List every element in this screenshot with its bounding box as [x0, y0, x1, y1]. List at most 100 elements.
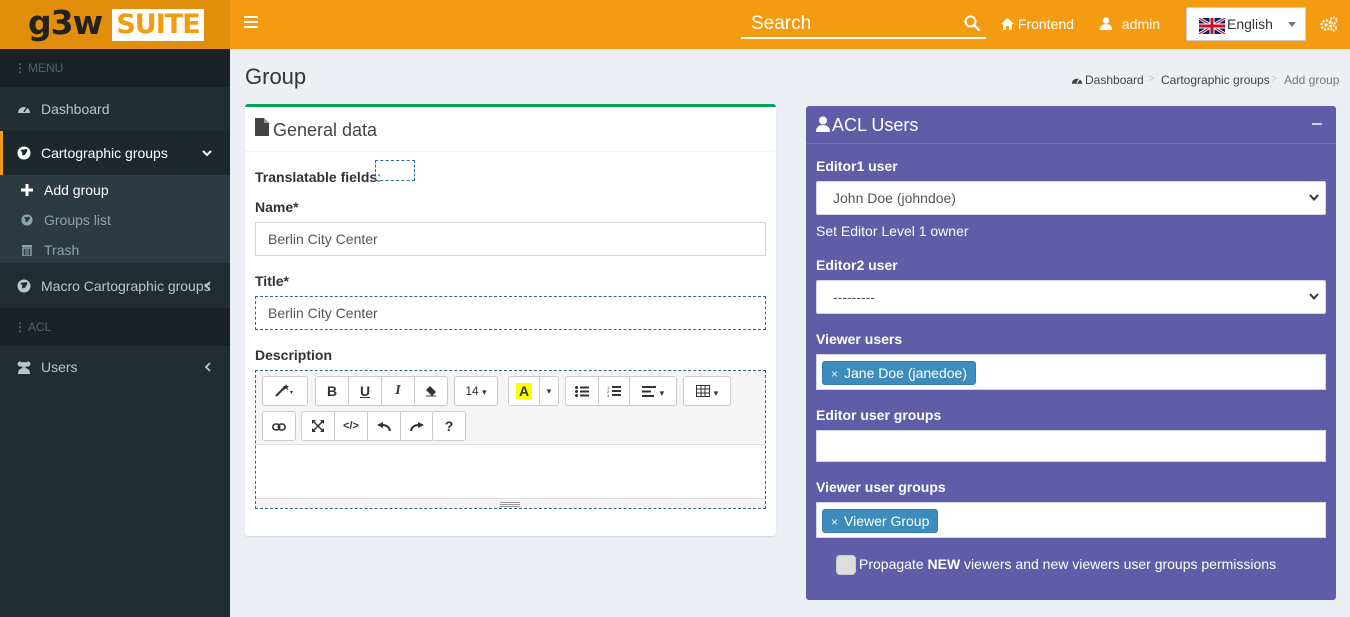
search-icon[interactable] [964, 15, 980, 31]
bold-button[interactable]: B [315, 376, 349, 406]
sidebar-item-groups-list[interactable]: Groups list [0, 205, 230, 235]
name-label: Name* [255, 199, 299, 215]
description-text-area[interactable] [256, 446, 765, 498]
language-select[interactable]: English [1186, 7, 1306, 41]
link-button[interactable] [262, 411, 296, 441]
frontend-link[interactable]: Frontend [1001, 0, 1074, 49]
title-input[interactable]: Berlin City Center [255, 296, 766, 330]
sidebar-item-add-group[interactable]: Add group [0, 175, 230, 205]
breadcrumb-separator: > [1148, 73, 1155, 85]
editor1-value: John Doe (johndoe) [833, 190, 956, 206]
description-editor: B U I 14 ▾ A ▾ 123 ▾ ▾ </> ? [255, 370, 766, 509]
sidebar-item-label: Users [41, 359, 78, 375]
sidebar-item-label: Cartographic groups [41, 145, 168, 161]
help-button[interactable]: ? [432, 411, 466, 441]
viewer-groups-select[interactable]: × Viewer Group [816, 502, 1326, 538]
home-icon [1001, 18, 1014, 30]
sidebar-item-label: Trash [44, 242, 80, 258]
user-menu[interactable]: admin [1100, 0, 1160, 49]
globe-icon [17, 146, 31, 160]
sidebar-item-users[interactable]: Users [0, 345, 230, 389]
frontend-label: Frontend [1017, 16, 1074, 32]
translatable-fields-label: Translatable fields: [255, 169, 382, 185]
editor2-label: Editor2 user [816, 257, 898, 273]
dashboard-icon [1071, 78, 1083, 84]
top-navbar: g3w SUITE Frontend admin English [0, 0, 1350, 49]
editor1-label: Editor1 user [816, 158, 898, 174]
editor2-value: --------- [833, 289, 875, 305]
sidebar-toggle-icon[interactable] [244, 16, 258, 28]
font-size-value: 14 [465, 384, 479, 398]
code-view-button[interactable]: </> [334, 411, 368, 441]
undo-button[interactable] [367, 411, 401, 441]
sidebar: ⋮ MENU Dashboard Cartographic groups Add … [0, 49, 230, 617]
globe-icon [17, 279, 31, 293]
search-input[interactable] [741, 10, 956, 37]
align-left-icon [641, 386, 656, 397]
italic-button[interactable]: I [381, 376, 415, 406]
logo-text-left: g3w [28, 3, 103, 42]
editor-groups-select[interactable] [816, 430, 1326, 462]
expand-icon [312, 420, 324, 432]
propagate-checkbox[interactable] [836, 555, 856, 575]
breadcrumb-cartographic-groups[interactable]: Cartographic groups [1161, 73, 1270, 87]
editor2-select[interactable]: --------- [816, 280, 1326, 314]
sidebar-submenu: Add group Groups list Trash [0, 175, 230, 263]
redo-icon [410, 422, 424, 432]
tag-remove-icon[interactable]: × [831, 515, 838, 529]
collapse-minus-icon[interactable] [1312, 123, 1322, 125]
highlight-letter: A [515, 383, 533, 399]
font-size-button[interactable]: 14 ▾ [454, 376, 498, 406]
color-dropdown-button[interactable]: ▾ [539, 376, 559, 406]
link-icon [272, 423, 286, 431]
clear-format-button[interactable] [414, 376, 448, 406]
propagate-label: Propagate NEW viewers and new viewers us… [859, 556, 1277, 572]
sidebar-item-trash[interactable]: Trash [0, 235, 230, 265]
page-title: Group [245, 64, 307, 89]
ordered-list-icon: 123 [607, 385, 621, 398]
box-title: General data [273, 120, 378, 140]
chevron-left-icon [204, 362, 211, 372]
editor1-select[interactable]: John Doe (johndoe) [816, 181, 1326, 215]
sidebar-header-acl: ⋮ ACL [0, 308, 230, 346]
sidebar-item-cartographic-groups[interactable]: Cartographic groups [0, 131, 230, 175]
table-button[interactable]: ▾ [683, 376, 731, 406]
magic-style-button[interactable] [262, 376, 308, 406]
magic-wand-icon [275, 384, 293, 397]
logo-mark: g3w SUITE [28, 5, 204, 41]
uk-flag-icon [1199, 18, 1225, 34]
highlight-color-button[interactable]: A [508, 376, 540, 406]
sidebar-item-macro-groups[interactable]: Macro Cartographic groups [0, 264, 230, 308]
description-label: Description [255, 347, 333, 363]
sidebar-item-dashboard[interactable]: Dashboard [0, 87, 230, 131]
user-icon [1100, 17, 1112, 30]
general-data-box: General data Translatable fields: Name* … [245, 104, 776, 536]
plus-icon [21, 184, 33, 196]
translatable-fields-box[interactable] [375, 160, 415, 181]
editor-resize-handle[interactable] [256, 498, 765, 508]
cogs-icon[interactable] [1320, 16, 1338, 32]
underline-button[interactable]: U [348, 376, 382, 406]
search-box [741, 10, 986, 39]
breadcrumb-dashboard[interactable]: Dashboard [1085, 73, 1144, 87]
users-icon [17, 361, 31, 374]
viewer-user-tag: × Jane Doe (janedoe) [822, 361, 976, 385]
undo-icon [377, 422, 391, 432]
sidebar-item-label: Groups list [44, 212, 111, 228]
ordered-list-button[interactable]: 123 [598, 376, 630, 406]
paragraph-align-button[interactable]: ▾ [629, 376, 677, 406]
box-title: ACL Users [832, 115, 919, 135]
eraser-icon [426, 386, 436, 397]
tag-remove-icon[interactable]: × [831, 367, 838, 381]
bullet-list-button[interactable] [565, 376, 599, 406]
viewer-users-select[interactable]: × Jane Doe (janedoe) [816, 354, 1326, 390]
redo-button[interactable] [400, 411, 434, 441]
trash-icon [22, 245, 32, 256]
fullscreen-button[interactable] [301, 411, 335, 441]
viewer-groups-label: Viewer user groups [816, 479, 946, 495]
chevron-left-icon [204, 281, 211, 291]
viewer-users-label: Viewer users [816, 331, 903, 347]
list-icon [575, 386, 589, 397]
logo[interactable]: g3w SUITE [0, 0, 230, 49]
name-input[interactable]: Berlin City Center [255, 222, 766, 256]
